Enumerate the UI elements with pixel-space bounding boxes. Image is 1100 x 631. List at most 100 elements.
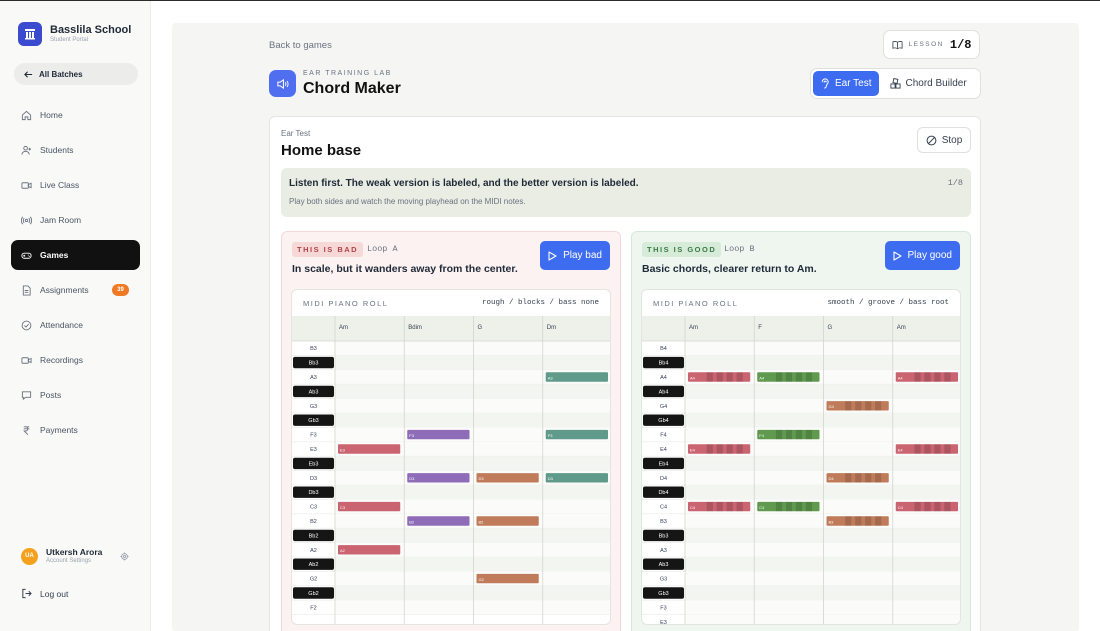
note-segment	[934, 501, 941, 512]
key-label: A3	[310, 375, 317, 381]
note-label: B2	[479, 519, 485, 524]
note-segment	[716, 444, 723, 454]
note-bar	[545, 473, 608, 483]
note-label: F3	[548, 433, 553, 438]
key-label: C3	[310, 505, 317, 511]
chord-builder-tab[interactable]: Chord Builder	[883, 71, 974, 96]
grid-row	[335, 413, 610, 428]
grid-row	[335, 571, 610, 586]
note-label: C4	[898, 505, 904, 510]
key-label: B2	[310, 519, 317, 525]
play-icon	[892, 250, 902, 261]
chord-label: Am	[339, 325, 348, 331]
midi-piano-roll-bad: MIDI PIANO ROLL rough / blocks / bass no…	[291, 289, 611, 625]
sidebar-item-live-class[interactable]: Live Class	[11, 170, 140, 200]
midi-note: F3	[407, 429, 470, 440]
grid-row	[685, 614, 960, 624]
all-batches-button[interactable]: All Batches	[14, 63, 138, 85]
midi-note: E4	[688, 444, 751, 454]
grid-row	[685, 485, 960, 500]
note-bar	[407, 516, 470, 526]
midi-note: F4	[757, 429, 820, 440]
loop-b-label: Loop B	[724, 244, 755, 254]
sidebar-item-payments[interactable]: Payments	[11, 415, 140, 445]
sidebar-item-jam-room[interactable]: Jam Room	[11, 205, 140, 235]
sidebar-item-posts[interactable]: Posts	[11, 380, 140, 410]
bad-description: In scale, but it wanders away from the c…	[292, 263, 518, 275]
stop-button[interactable]: Stop	[917, 127, 971, 153]
note-segment	[726, 444, 733, 454]
ear-test-tab[interactable]: Ear Test	[813, 71, 879, 96]
play-bad-button[interactable]: Play bad	[540, 241, 610, 270]
midi-note: E3	[338, 444, 401, 454]
sidebar-item-recordings[interactable]: Recordings	[11, 345, 140, 375]
grid-row	[335, 585, 610, 601]
grid-row	[685, 542, 960, 557]
key-label: Ab3	[309, 389, 319, 395]
note-label: D4	[829, 476, 835, 481]
midi-note: A2	[338, 545, 401, 555]
note-segment	[736, 444, 743, 454]
grid-row	[335, 557, 610, 572]
grid-row	[685, 398, 960, 413]
user-account[interactable]: UA Utkersh Arora Account Settings	[21, 547, 137, 565]
roll-spec: rough / blocks / bass none	[481, 299, 599, 307]
rupee-icon	[23, 425, 30, 435]
key-label: A2	[310, 548, 317, 554]
chord-label: G	[828, 325, 833, 331]
sidebar-item-label: Games	[40, 250, 69, 260]
sidebar-item-assignments[interactable]: Assignments 39	[11, 275, 140, 305]
lesson-label: LESSON	[908, 41, 944, 48]
sidebar-item-games[interactable]: Games	[11, 240, 140, 270]
key-label: E3	[660, 620, 667, 625]
user-name: Utkersh Arora	[46, 547, 103, 557]
logout-button[interactable]: Log out	[21, 588, 68, 599]
broadcast-icon	[21, 216, 32, 224]
midi-note: C4	[895, 501, 958, 512]
note-segment	[845, 473, 852, 483]
midi-note: A4	[895, 372, 958, 382]
key-label: B3	[660, 519, 667, 525]
note-segment	[944, 444, 951, 454]
grid-row	[335, 341, 610, 356]
brand[interactable]: Basslila School Student Portal	[18, 22, 131, 46]
students-icon	[21, 145, 32, 155]
note-segment	[924, 372, 931, 382]
key-label: Eb3	[309, 461, 319, 467]
note-segment	[924, 444, 931, 454]
sidebar-item-label: Recordings	[40, 355, 83, 365]
lesson-indicator: LESSON 1/8	[883, 30, 980, 59]
grid-row	[685, 585, 960, 601]
play-good-button[interactable]: Play good	[884, 241, 960, 270]
back-to-games-link[interactable]: Back to games	[269, 40, 332, 51]
chord-label: Am	[689, 325, 698, 331]
sidebar-item-label: Payments	[40, 425, 78, 435]
midi-note: G2	[476, 573, 539, 584]
key-label: G2	[310, 577, 317, 583]
brand-subtitle: Student Portal	[50, 37, 89, 43]
key-label: Db4	[658, 490, 668, 496]
chord-builder-label: Chord Builder	[905, 78, 967, 89]
midi-note: D4	[826, 473, 889, 483]
sidebar-item-home[interactable]: Home	[11, 100, 140, 130]
grid-row	[685, 600, 960, 615]
key-label: Bb2	[309, 533, 319, 539]
gear-icon[interactable]	[120, 552, 129, 561]
key-label: F4	[660, 433, 666, 439]
key-label: C4	[660, 505, 667, 511]
note-label: A4	[759, 375, 765, 380]
grid-row	[335, 456, 610, 471]
note-segment	[805, 372, 813, 382]
sidebar-item-students[interactable]: Students	[11, 135, 140, 165]
note-segment	[726, 501, 733, 512]
note-label: F4	[759, 433, 764, 438]
sidebar-item-attendance[interactable]: Attendance	[11, 310, 140, 340]
note-label: A3	[548, 375, 554, 380]
grid-row	[335, 384, 610, 399]
key-label: Ab4	[659, 389, 669, 395]
speaker-icon	[269, 70, 296, 97]
grid-row	[685, 355, 960, 370]
key-label: G3	[660, 577, 667, 583]
sidebar-item-label: Jam Room	[40, 215, 82, 225]
key-label: G3	[310, 404, 317, 410]
